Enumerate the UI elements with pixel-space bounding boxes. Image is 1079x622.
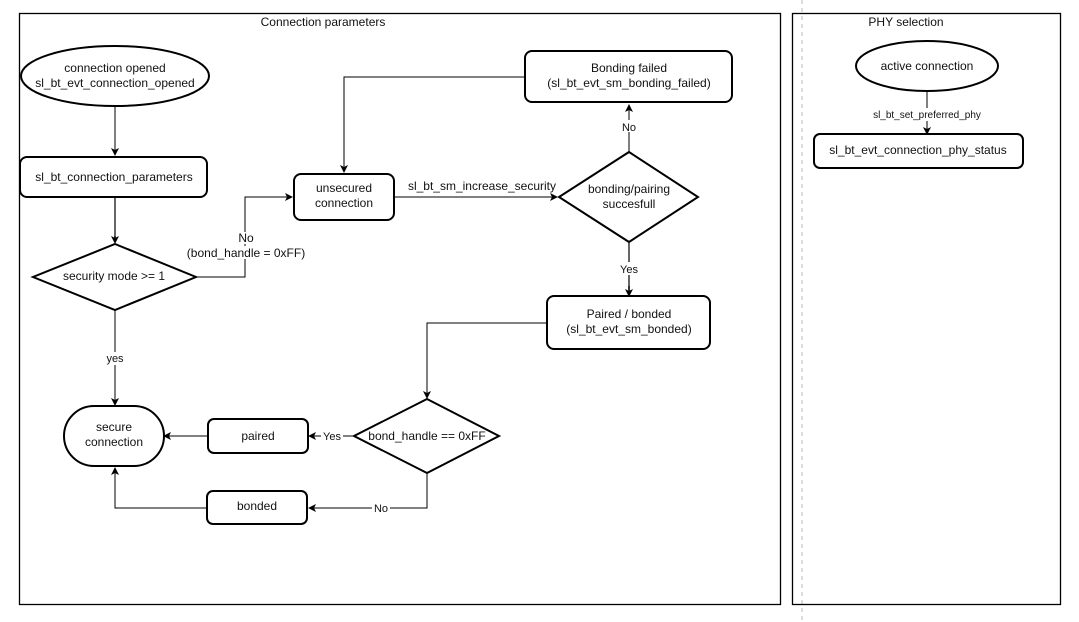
node-connection-parameters[interactable]: sl_bt_connection_parameters <box>19 156 208 198</box>
node-phy-status[interactable]: sl_bt_evt_connection_phy_status <box>813 133 1024 169</box>
svg-text:unsecured: unsecured <box>316 181 372 195</box>
svg-text:Paired / bonded: Paired / bonded <box>587 307 672 321</box>
node-security-mode-decision[interactable]: security mode >= 1 <box>30 242 199 312</box>
edge-label-bonding-no: No <box>621 120 637 134</box>
edge-bonded-to-secure <box>111 467 207 509</box>
svg-text:security mode >= 1: security mode >= 1 <box>63 269 165 283</box>
node-bonded[interactable]: bonded <box>206 490 308 525</box>
svg-text:Yes: Yes <box>620 264 638 276</box>
svg-text:connection opened: connection opened <box>64 61 165 75</box>
edge-label-set-preferred-phy: sl_bt_set_preferred_phy <box>864 108 990 121</box>
node-unsecured-connection[interactable]: unsecured connection <box>293 173 395 221</box>
edge-label-security-no: No (bond_handle = 0xFF) <box>185 231 307 260</box>
edge-label-increase-security: sl_bt_sm_increase_security <box>408 179 556 193</box>
svg-text:bond_handle == 0xFF: bond_handle == 0xFF <box>368 429 485 443</box>
svg-text:paired: paired <box>241 429 274 443</box>
svg-text:No: No <box>374 503 388 515</box>
svg-text:sl_bt_evt_connection_phy_statu: sl_bt_evt_connection_phy_status <box>829 143 1006 157</box>
svg-text:connection: connection <box>315 196 373 210</box>
panel-title: Connection parameters <box>261 15 386 29</box>
node-bonding-pairing-decision[interactable]: bonding/pairing succesfull <box>557 150 700 244</box>
svg-text:No: No <box>238 231 254 245</box>
svg-text:connection: connection <box>85 435 143 449</box>
edge-label-bond-handle-yes: Yes <box>321 430 343 443</box>
svg-text:(sl_bt_evt_sm_bonding_failed): (sl_bt_evt_sm_bonding_failed) <box>547 76 710 90</box>
edge-label-bond-handle-no: No <box>372 502 390 515</box>
edge-label-bonding-yes: Yes <box>617 262 641 276</box>
flowchart-canvas: Connection parameters PHY selection conn… <box>18 0 1062 622</box>
node-paired-bonded[interactable]: Paired / bonded (sl_bt_evt_sm_bonded) <box>546 295 711 350</box>
node-active-connection[interactable]: active connection <box>855 40 999 92</box>
panel-title: PHY selection <box>868 15 943 29</box>
svg-text:bonded: bonded <box>237 499 277 513</box>
svg-text:secure: secure <box>96 420 132 434</box>
node-connection-opened[interactable]: connection opened sl_bt_evt_connection_o… <box>20 45 210 107</box>
node-paired[interactable]: paired <box>207 418 309 454</box>
svg-text:succesfull: succesfull <box>603 197 656 211</box>
svg-text:No: No <box>622 122 636 134</box>
svg-text:(sl_bt_evt_sm_bonded): (sl_bt_evt_sm_bonded) <box>566 322 691 336</box>
svg-text:bonding/pairing: bonding/pairing <box>588 182 670 196</box>
node-bond-handle-decision[interactable]: bond_handle == 0xFF <box>351 397 502 475</box>
svg-text:Bonding failed: Bonding failed <box>591 61 667 75</box>
svg-text:Yes: Yes <box>323 431 341 443</box>
svg-text:active connection: active connection <box>881 59 974 73</box>
edge-check-no <box>308 473 428 512</box>
svg-text:sl_bt_set_preferred_phy: sl_bt_set_preferred_phy <box>873 110 981 121</box>
node-bonding-failed[interactable]: Bonding failed (sl_bt_evt_sm_bonding_fai… <box>524 50 733 103</box>
edge-bonded-to-check <box>423 322 547 399</box>
svg-text:yes: yes <box>106 353 124 365</box>
edge-failed-to-unsecured <box>340 76 525 173</box>
svg-text:(bond_handle = 0xFF): (bond_handle = 0xFF) <box>187 246 305 260</box>
svg-text:sl_bt_evt_connection_opened: sl_bt_evt_connection_opened <box>35 76 194 90</box>
edge-label-security-yes: yes <box>104 352 126 365</box>
svg-text:sl_bt_connection_parameters: sl_bt_connection_parameters <box>35 170 192 184</box>
node-secure-connection[interactable]: secure connection <box>63 405 165 467</box>
